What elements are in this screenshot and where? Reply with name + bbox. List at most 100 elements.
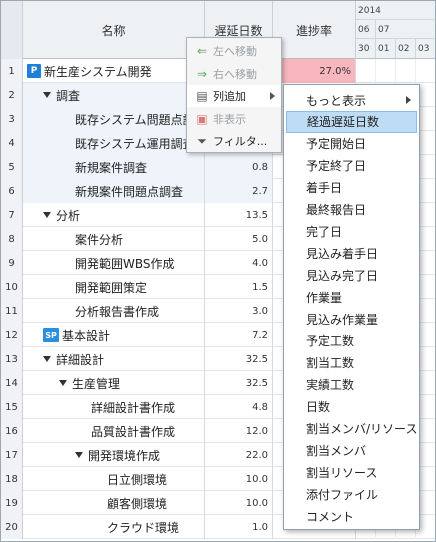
- task-name-label: 開発範囲策定: [75, 280, 148, 295]
- add-column-submenu: もっと表示 経過遅延日数 予定開始日 予定終了日 着手日 最終報告日 完了日 見込み着手日 見込…: [283, 84, 420, 530]
- add-column-menu-item[interactable]: 割当工数: [286, 352, 417, 374]
- add-column-menu-item-label: 割当工数: [306, 356, 355, 371]
- delay-cell[interactable]: 13.5: [205, 203, 273, 227]
- task-name-cell[interactable]: 顧客側環境: [23, 491, 205, 515]
- task-name-cell[interactable]: 既存システム問題点調査: [23, 107, 205, 131]
- task-name-label: 既存システム運用調査: [75, 136, 195, 151]
- add-column-menu-item[interactable]: 予定工数: [286, 330, 417, 352]
- task-name-cell[interactable]: 品質設計書作成: [23, 419, 205, 443]
- task-name-cell[interactable]: 開発環境作成: [23, 443, 205, 467]
- hide-column-icon: ▣: [196, 111, 208, 126]
- add-column-menu-item[interactable]: 経過遅延日数: [286, 110, 417, 133]
- delay-cell[interactable]: 5.0: [205, 227, 273, 251]
- add-column-menu-item[interactable]: 作業量: [286, 286, 417, 308]
- arrow-right-icon: ⇒: [196, 66, 208, 81]
- delay-cell[interactable]: 10.0: [205, 491, 273, 515]
- gantt-day-divider: [395, 59, 396, 83]
- delay-cell[interactable]: 3.0: [205, 299, 273, 323]
- add-column-menu-item[interactable]: 添付ファイル: [286, 483, 417, 505]
- delay-cell[interactable]: 1.0: [205, 515, 273, 539]
- delay-cell[interactable]: 4.8: [205, 395, 273, 419]
- column-menu-item[interactable]: ⇒ 右へ移動: [187, 63, 281, 85]
- row-number: 15: [1, 395, 23, 419]
- column-header-progress[interactable]: 進捗率: [273, 1, 356, 59]
- task-name-cell[interactable]: 新規案件問題点調査: [23, 179, 205, 203]
- task-name-cell[interactable]: 開発範囲策定: [23, 275, 205, 299]
- task-name-cell[interactable]: 調査: [23, 83, 205, 107]
- add-column-menu-item[interactable]: もっと表示: [286, 89, 417, 111]
- delay-cell[interactable]: 1.5: [205, 275, 273, 299]
- task-name-cell[interactable]: 既存システム運用調査: [23, 131, 205, 155]
- row-number-header: [1, 1, 23, 59]
- delay-cell[interactable]: 32.5: [205, 371, 273, 395]
- task-name-cell[interactable]: 日立側環境: [23, 467, 205, 491]
- task-name-cell[interactable]: P 新生産システム開発: [23, 59, 205, 83]
- add-column-menu-item[interactable]: 着手日: [286, 177, 417, 199]
- arrow-left-icon: ⇐: [196, 44, 208, 58]
- task-name-label: 新規案件問題点調査: [75, 184, 184, 199]
- task-name-cell[interactable]: 開発範囲WBS作成: [23, 251, 205, 275]
- column-menu-item[interactable]: ⇐ 左へ移動: [187, 40, 281, 62]
- task-name-label: 基本設計: [62, 328, 111, 343]
- add-column-menu-item-label: もっと表示: [306, 93, 367, 108]
- delay-cell[interactable]: 4.0: [205, 251, 273, 275]
- add-column-menu-item[interactable]: 見込み作業量: [286, 308, 417, 330]
- task-name-cell[interactable]: 詳細設計: [23, 347, 205, 371]
- gantt-day-divider: [415, 59, 416, 83]
- add-column-menu-item-label: 見込み作業量: [306, 312, 379, 327]
- delay-cell[interactable]: 12.0: [205, 419, 273, 443]
- add-column-menu-item-label: 経過遅延日数: [307, 115, 380, 130]
- add-column-menu-item[interactable]: 最終報告日: [286, 199, 417, 221]
- delay-cell[interactable]: 0.8: [205, 155, 273, 179]
- add-column-menu-item[interactable]: 見込み完了日: [286, 264, 417, 286]
- column-menu-item-label: フィルタ...: [213, 135, 268, 148]
- add-column-menu-item[interactable]: 完了日: [286, 220, 417, 242]
- add-column-menu-item-label: 予定工数: [306, 334, 355, 349]
- task-name-label: 分析報告書作成: [75, 304, 160, 319]
- delay-cell[interactable]: 7.2: [205, 323, 273, 347]
- delay-cell[interactable]: 22.0: [205, 443, 273, 467]
- task-name-cell[interactable]: 新規案件調査: [23, 155, 205, 179]
- progress-cell[interactable]: 27.0%: [273, 59, 356, 83]
- task-name-cell[interactable]: クラウド環境: [23, 515, 205, 539]
- column-menu-item-label: 左へ移動: [213, 45, 257, 58]
- column-menu-item[interactable]: ▣ 非表示: [187, 108, 281, 130]
- add-column-menu-item[interactable]: 予定終了日: [286, 155, 417, 177]
- add-column-menu-item[interactable]: 割当メンバ: [286, 439, 417, 461]
- add-column-menu-item-label: 完了日: [306, 224, 343, 239]
- add-column-menu-item-label: 日数: [306, 400, 331, 415]
- collapse-toggle-icon[interactable]: [59, 380, 67, 386]
- add-column-menu-item[interactable]: 予定開始日: [286, 133, 417, 155]
- add-column-menu-item[interactable]: 見込み着手日: [286, 242, 417, 264]
- task-name-cell[interactable]: SP 基本設計: [23, 323, 205, 347]
- column-menu-item[interactable]: ▤ 列追加: [187, 85, 281, 107]
- add-column-menu-item[interactable]: 割当リソース: [286, 461, 417, 483]
- add-column-menu-item[interactable]: 割当メンバ/リソース: [286, 418, 417, 440]
- task-name-cell[interactable]: 生産管理: [23, 371, 205, 395]
- delay-cell[interactable]: 2.7: [205, 179, 273, 203]
- collapse-toggle-icon[interactable]: [43, 212, 51, 218]
- task-name-cell[interactable]: 案件分析: [23, 227, 205, 251]
- add-column-icon: ▤: [196, 89, 208, 103]
- delay-cell[interactable]: 32.5: [205, 347, 273, 371]
- task-name-cell[interactable]: 詳細設計書作成: [23, 395, 205, 419]
- collapse-toggle-icon[interactable]: [75, 452, 83, 458]
- task-name-label: 日立側環境: [107, 472, 168, 487]
- column-menu-item[interactable]: ⏷ フィルタ...: [187, 130, 281, 152]
- task-name-label: 品質設計書作成: [91, 424, 176, 439]
- collapse-toggle-icon[interactable]: [43, 92, 51, 98]
- task-name-cell[interactable]: 分析: [23, 203, 205, 227]
- add-column-menu-item-label: 作業量: [306, 290, 343, 305]
- task-name-cell[interactable]: 分析報告書作成: [23, 299, 205, 323]
- add-column-menu-item[interactable]: 日数: [286, 396, 417, 418]
- row-number: 17: [1, 443, 23, 467]
- collapse-toggle-icon[interactable]: [43, 356, 51, 362]
- delay-cell[interactable]: 10.0: [205, 467, 273, 491]
- column-header-name[interactable]: 名称: [23, 1, 205, 59]
- row-number: 7: [1, 203, 23, 227]
- grid-header: 名称 遅延日数 進捗率: [1, 1, 356, 59]
- add-column-menu-item[interactable]: コメント: [286, 505, 417, 527]
- filter-icon: ⏷: [197, 134, 207, 148]
- add-column-menu-item-label: 実績工数: [306, 378, 355, 393]
- add-column-menu-item[interactable]: 実績工数: [286, 374, 417, 396]
